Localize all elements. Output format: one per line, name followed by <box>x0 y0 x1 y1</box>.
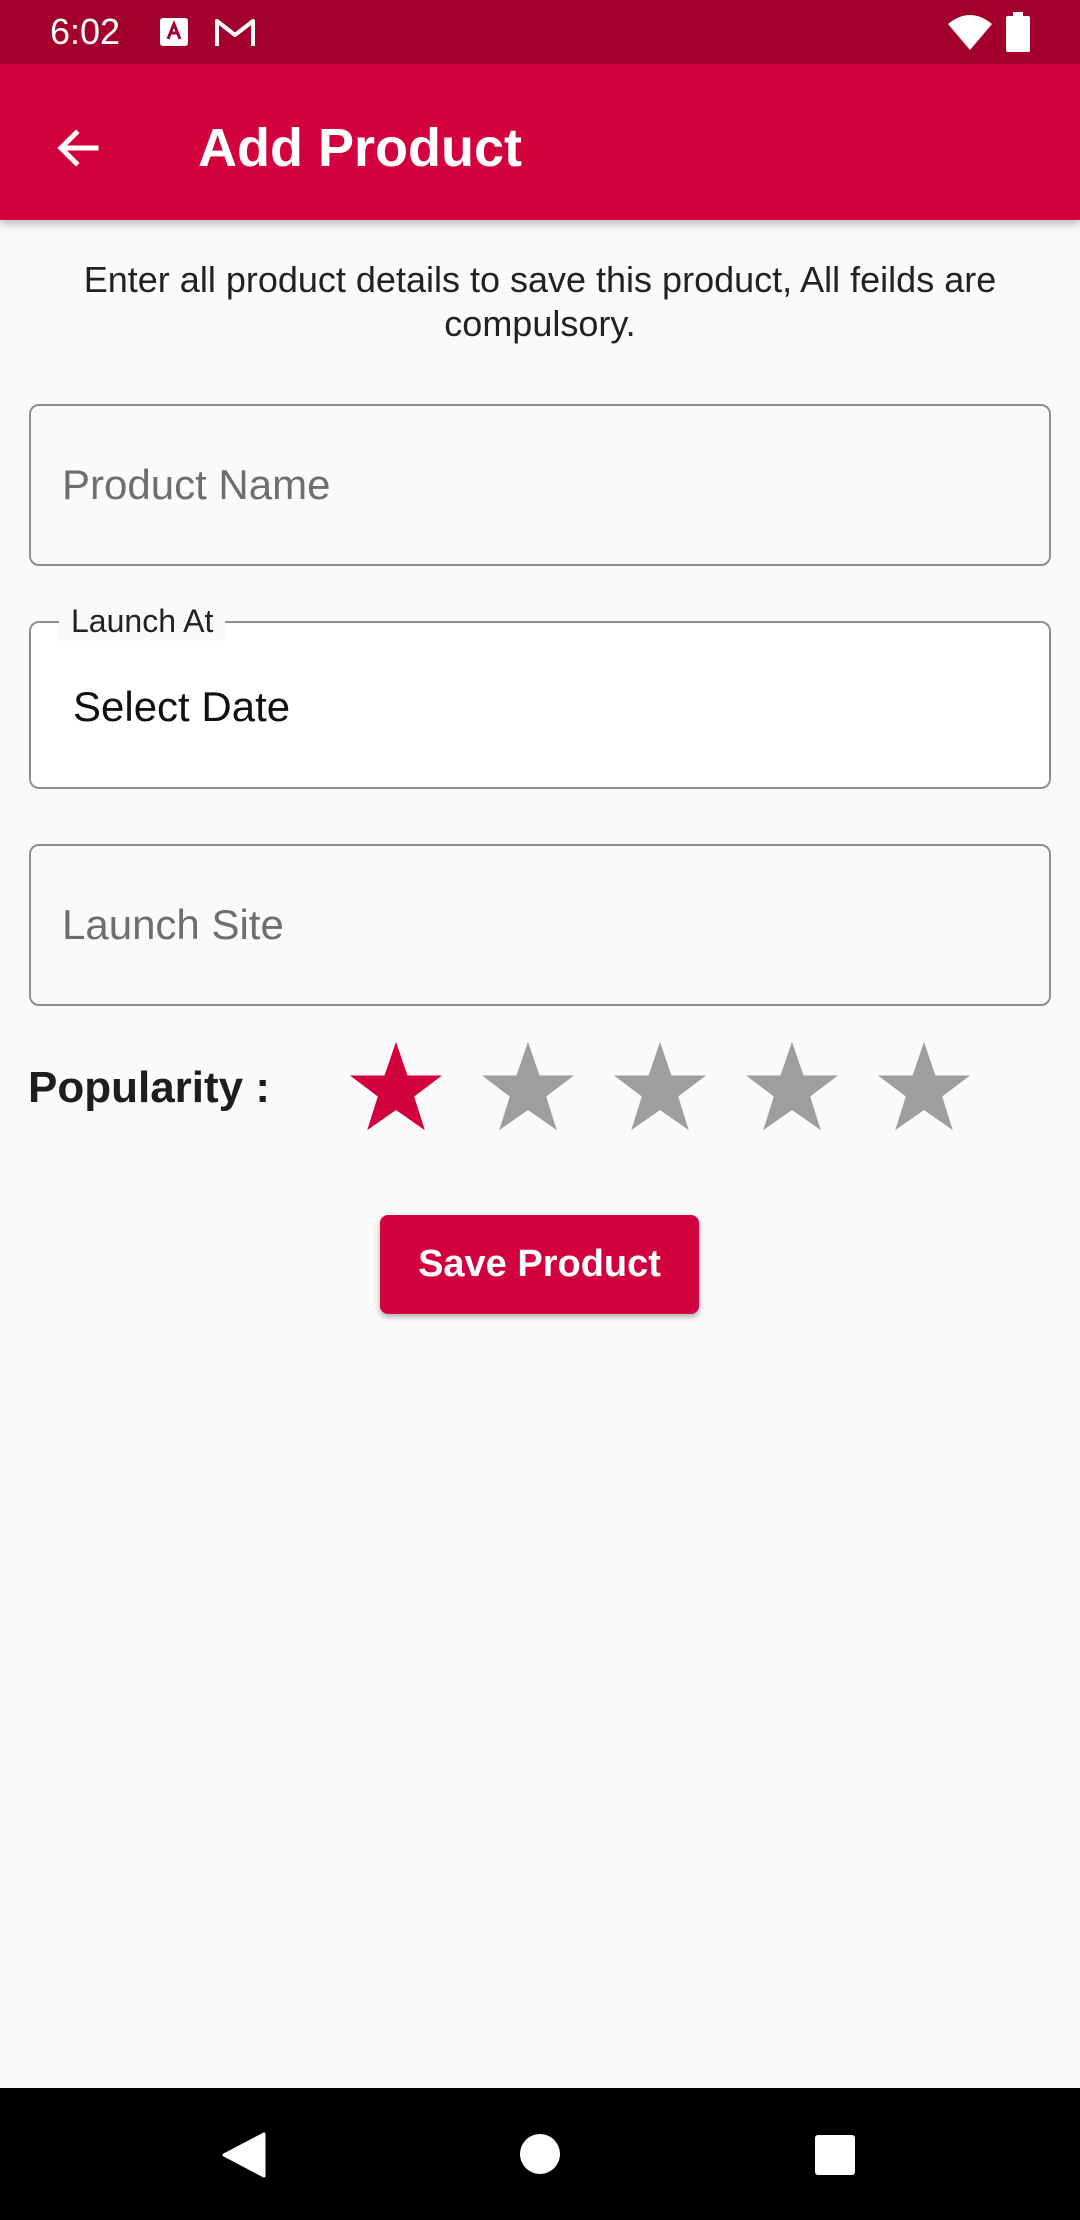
launch-date-field[interactable]: Launch At Select Date <box>29 601 1051 789</box>
status-bar: 6:02 <box>0 0 1080 64</box>
star-icon-2[interactable] <box>480 1040 576 1132</box>
launch-site-placeholder: Launch Site <box>62 901 284 948</box>
launch-date-value: Select Date <box>73 683 291 730</box>
battery-icon <box>1006 12 1030 52</box>
star-icon-4[interactable] <box>744 1040 840 1132</box>
recents-square-icon[interactable] <box>814 2134 856 2176</box>
gmail-icon <box>215 19 255 46</box>
instructions-text: Enter all product details to save this p… <box>83 259 997 344</box>
popularity-label: Popularity : <box>28 1063 271 1112</box>
page-title: Add Product <box>198 118 522 178</box>
product-name-placeholder: Product Name <box>62 461 331 508</box>
save-product-button[interactable]: Save Product <box>380 1215 699 1314</box>
back-triangle-icon[interactable] <box>222 2132 266 2178</box>
back-button[interactable] <box>38 108 118 188</box>
star-icon-5[interactable] <box>876 1040 972 1132</box>
status-time: 6:02 <box>50 11 121 52</box>
star-icon-3[interactable] <box>612 1040 708 1132</box>
app-bar: Add Product <box>0 64 1080 220</box>
product-name-field[interactable]: Product Name <box>29 404 1051 566</box>
home-circle-icon[interactable] <box>518 2132 562 2176</box>
launch-site-field[interactable]: Launch Site <box>29 844 1051 1006</box>
a-notification-icon <box>160 18 188 46</box>
star-icon-1[interactable] <box>348 1040 444 1132</box>
arrow-left-icon <box>57 129 99 167</box>
launch-at-label: Launch At <box>59 601 226 641</box>
wifi-icon <box>948 15 992 50</box>
navigation-bar <box>0 2088 1080 2220</box>
